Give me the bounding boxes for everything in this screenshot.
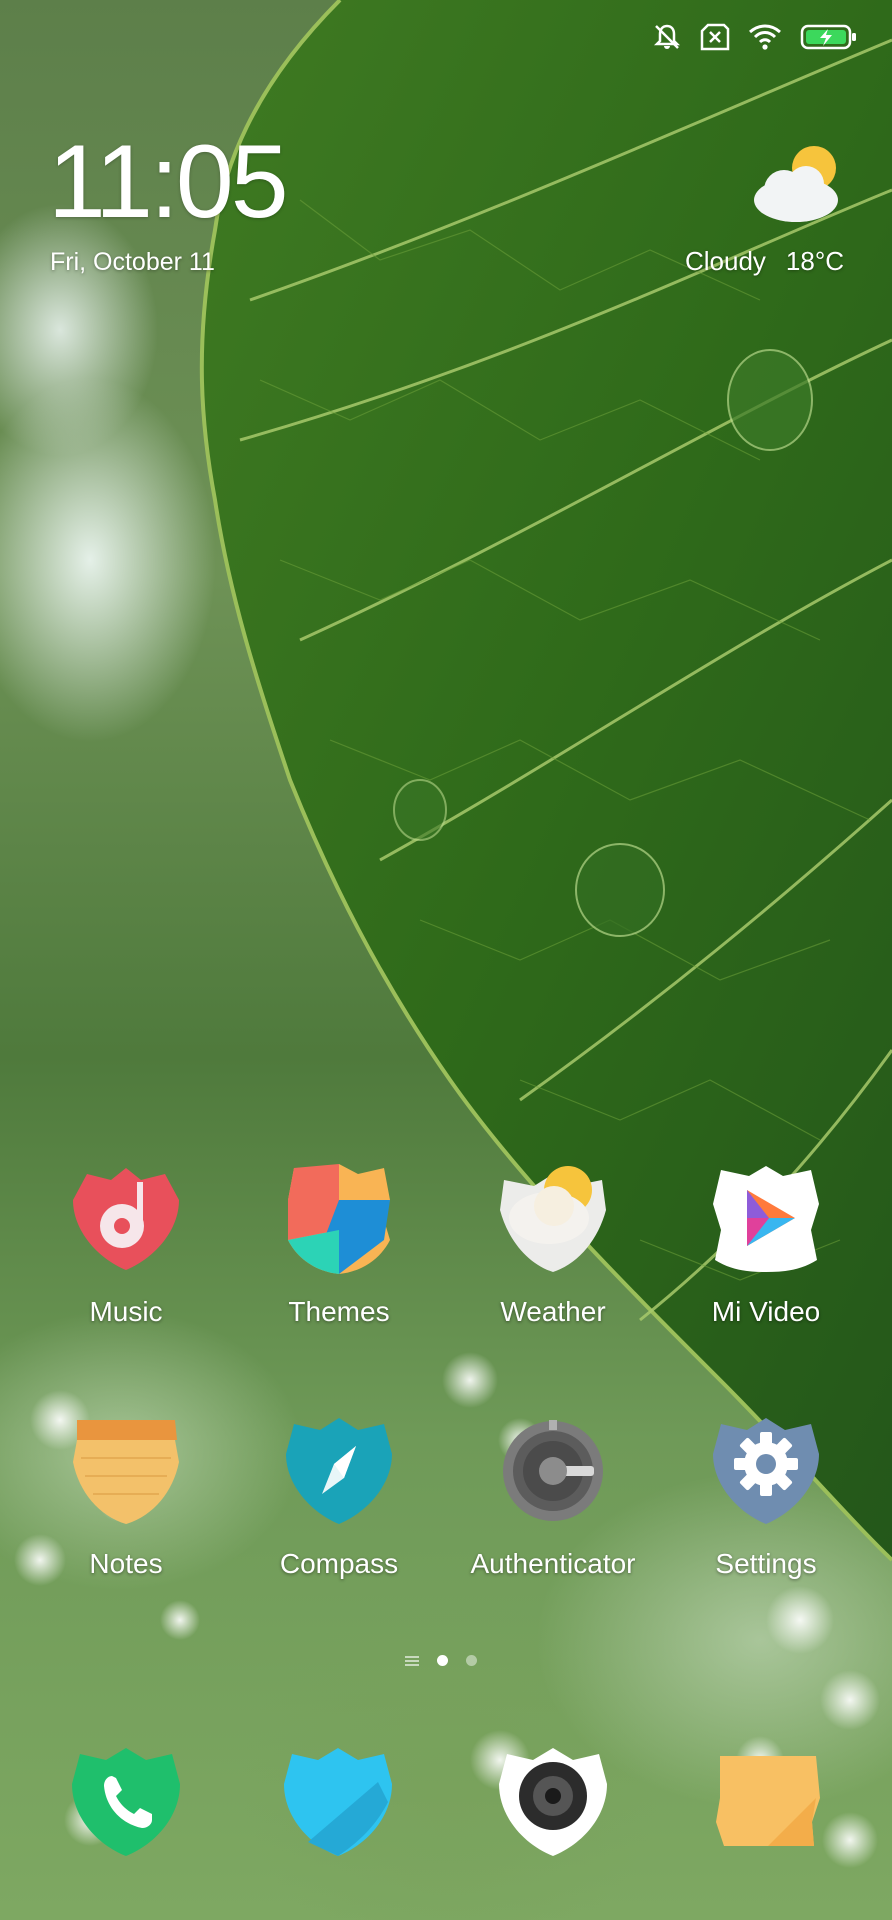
app-settings[interactable]: Settings [666, 1412, 866, 1580]
weather-condition: Cloudy [684, 246, 766, 276]
music-icon[interactable] [67, 1160, 185, 1278]
weather-app-icon[interactable] [494, 1160, 612, 1278]
app-label: Notes [89, 1548, 163, 1579]
dock-folder-button[interactable] [708, 1742, 828, 1862]
app-label: Weather [500, 1296, 606, 1327]
app-music[interactable]: Music [26, 1160, 226, 1328]
dock-phone-button[interactable] [66, 1742, 186, 1862]
phone-icon [72, 1748, 180, 1856]
folder-icon [716, 1756, 820, 1846]
status-bar [652, 22, 858, 52]
page-indicator[interactable] [405, 1655, 477, 1666]
weather-widget[interactable]: Cloudy 18°C [685, 246, 844, 277]
page-dot-active[interactable] [437, 1655, 448, 1666]
cloud-sun-icon[interactable] [746, 140, 846, 230]
wallpaper-leaf [14, 0, 892, 1868]
app-weather[interactable]: Weather [453, 1160, 653, 1328]
dock-camera-button[interactable] [493, 1742, 613, 1862]
menu-lines-icon [405, 1655, 419, 1666]
app-mi-video[interactable]: Mi Video [666, 1160, 866, 1328]
app-label: Authenticator [470, 1548, 636, 1579]
app-label: Mi Video [711, 1296, 821, 1327]
notes-icon[interactable] [67, 1412, 185, 1530]
weather-temperature: 18°C [785, 246, 844, 276]
battery-charging-icon [800, 23, 858, 51]
app-notes[interactable]: Notes [26, 1412, 226, 1580]
dock-messages-button[interactable] [278, 1742, 398, 1862]
app-compass[interactable]: Compass [239, 1412, 439, 1580]
wifi-icon [748, 23, 782, 51]
authenticator-icon[interactable] [494, 1412, 612, 1530]
app-label: Themes [288, 1296, 390, 1327]
clock-date: Fri, October 11 [50, 248, 215, 276]
page-dot[interactable] [466, 1655, 477, 1666]
app-label: Music [89, 1296, 163, 1327]
home-screen: 11:05 Fri, October 11 Cloudy 18°C Music [0, 0, 892, 1920]
camera-icon [499, 1748, 607, 1856]
mi-video-icon[interactable] [707, 1160, 825, 1278]
clock-time[interactable]: 11:05 [48, 130, 289, 234]
sim-no-service-icon [700, 23, 730, 51]
messages-icon [284, 1748, 392, 1856]
themes-icon[interactable] [280, 1160, 398, 1278]
settings-icon[interactable] [707, 1412, 825, 1530]
bell-muted-icon [652, 22, 682, 52]
app-themes[interactable]: Themes [239, 1160, 439, 1328]
compass-icon[interactable] [280, 1412, 398, 1530]
app-label: Settings [715, 1548, 817, 1579]
app-authenticator[interactable]: Authenticator [453, 1412, 653, 1580]
app-label: Compass [279, 1548, 399, 1579]
